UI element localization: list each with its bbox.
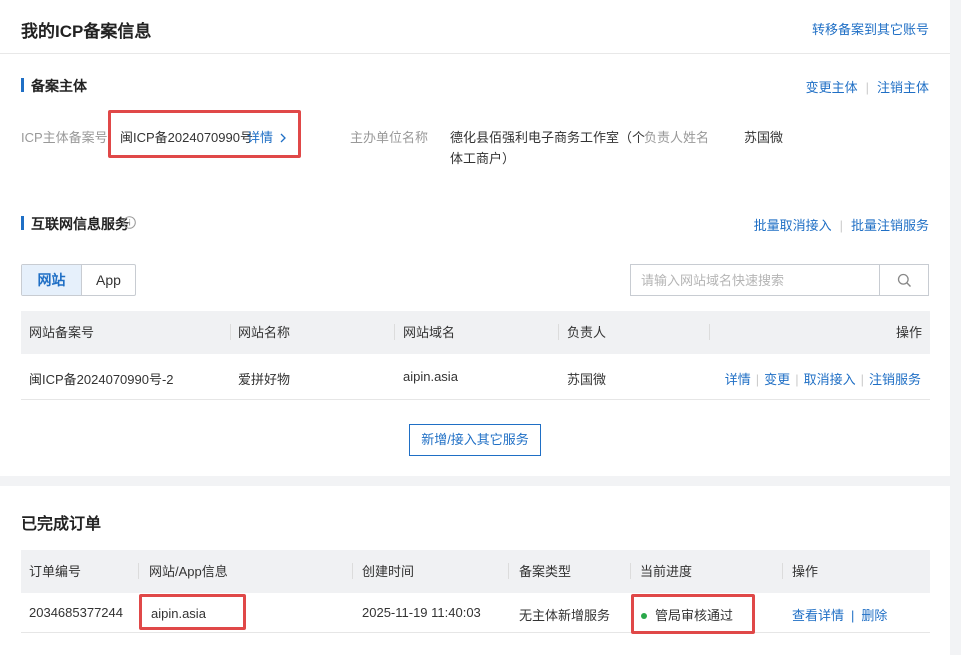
delete-order-link[interactable]: 删除 xyxy=(861,608,887,623)
separator: | xyxy=(795,372,799,387)
transfer-record-link[interactable]: 转移备案到其它账号 xyxy=(812,19,929,38)
section-marker xyxy=(21,216,24,230)
add-service-button[interactable]: 新增/接入其它服务 xyxy=(409,424,541,456)
row-divider xyxy=(21,632,930,633)
separator: | xyxy=(755,372,760,387)
separator: | xyxy=(839,218,843,233)
header-divider xyxy=(0,53,950,54)
col-progress: 当前进度 xyxy=(640,564,693,579)
col-created: 创建时间 xyxy=(362,564,415,579)
col-owner: 负责人 xyxy=(567,325,607,340)
row-domain: aipin.asia xyxy=(403,369,458,384)
col-divider xyxy=(508,563,509,579)
order-type: 无主体新增服务 xyxy=(519,608,611,623)
orders-table-header: 订单编号 网站/App信息 创建时间 备案类型 当前进度 操作 xyxy=(21,550,930,593)
batch-cancel-access-link[interactable]: 批量取消接入 xyxy=(754,218,832,233)
owner-name-value: 苏国微 xyxy=(744,130,784,145)
icp-subject-label: ICP主体备案号 xyxy=(21,130,108,145)
row-site-name: 爱拼好物 xyxy=(238,372,291,387)
col-site-info: 网站/App信息 xyxy=(149,564,228,579)
separator: | xyxy=(860,372,864,387)
highlight-box-site xyxy=(139,594,246,630)
domain-search-input[interactable] xyxy=(631,265,879,295)
icp-info-card: 我的ICP备案信息 转移备案到其它账号 备案主体 变更主体 | 注销主体 ICP主体… xyxy=(0,0,950,476)
page-title: 我的ICP备案信息 xyxy=(21,22,152,41)
col-actions: 操作 xyxy=(895,325,922,340)
col-domain: 网站域名 xyxy=(403,325,456,340)
col-divider xyxy=(782,563,783,579)
services-table-header: 网站备案号 网站名称 网站域名 负责人 操作 xyxy=(21,311,930,354)
col-order-actions: 操作 xyxy=(792,564,819,579)
services-section-title: 互联网信息服务 xyxy=(31,216,129,232)
subject-section-title: 备案主体 xyxy=(31,78,87,94)
view-order-detail-link[interactable]: 查看详情 xyxy=(792,608,844,623)
row-detail-link[interactable]: 详情 xyxy=(725,372,751,387)
separator: | xyxy=(865,80,869,95)
tab-website[interactable]: 网站 xyxy=(22,265,82,295)
highlight-box-progress xyxy=(631,594,755,634)
row-record-no: 闽ICP备2024070990号-2 xyxy=(29,372,174,387)
tab-app[interactable]: App xyxy=(82,265,135,295)
row-cancel-service-link[interactable]: 注销服务 xyxy=(869,372,921,387)
col-divider xyxy=(352,563,353,579)
row-cancel-access-link[interactable]: 取消接入 xyxy=(804,372,856,387)
search-button[interactable] xyxy=(879,265,928,295)
orders-title: 已完成订单 xyxy=(21,516,102,533)
col-divider xyxy=(138,563,139,579)
batch-cancel-service-link[interactable]: 批量注销服务 xyxy=(851,218,929,233)
domain-search xyxy=(630,264,929,296)
col-site-name: 网站名称 xyxy=(238,325,291,340)
services-batch-actions: 批量取消接入 | 批量注销服务 xyxy=(754,215,929,234)
col-order-no: 订单编号 xyxy=(29,564,82,579)
org-name-value-line1: 德化县佰强利电子商务工作室（个 xyxy=(450,130,646,145)
order-created-time: 2025-11-19 11:40:03 xyxy=(362,605,481,620)
col-divider xyxy=(709,324,710,340)
order-no: 2034685377244 xyxy=(29,605,123,620)
info-icon[interactable] xyxy=(123,216,136,232)
separator: | xyxy=(851,608,855,623)
col-divider xyxy=(230,324,231,340)
highlight-box-icp xyxy=(108,110,301,158)
subject-actions: 变更主体 | 注销主体 xyxy=(806,77,929,96)
org-name-value-line2: 体工商户） xyxy=(450,151,516,166)
row-actions: 详情 | 变更 | 取消接入 | 注销服务 xyxy=(725,369,921,388)
col-record-no: 网站备案号 xyxy=(29,325,95,340)
col-divider xyxy=(394,324,395,340)
search-icon xyxy=(897,273,911,287)
owner-name-label: 负责人姓名 xyxy=(644,130,710,145)
change-subject-link[interactable]: 变更主体 xyxy=(806,80,858,95)
row-change-link[interactable]: 变更 xyxy=(764,372,790,387)
cancel-subject-link[interactable]: 注销主体 xyxy=(877,80,929,95)
col-type: 备案类型 xyxy=(519,564,572,579)
row-owner: 苏国微 xyxy=(567,372,607,387)
row-divider xyxy=(21,399,930,400)
order-actions: 查看详情 | 删除 xyxy=(792,605,887,624)
service-type-tabs: 网站 App xyxy=(21,264,136,296)
section-marker xyxy=(21,78,24,92)
col-divider xyxy=(558,324,559,340)
org-name-label: 主办单位名称 xyxy=(350,130,429,145)
completed-orders-card: 已完成订单 订单编号 网站/App信息 创建时间 备案类型 当前进度 操作 20… xyxy=(0,486,950,655)
col-divider xyxy=(630,563,631,579)
